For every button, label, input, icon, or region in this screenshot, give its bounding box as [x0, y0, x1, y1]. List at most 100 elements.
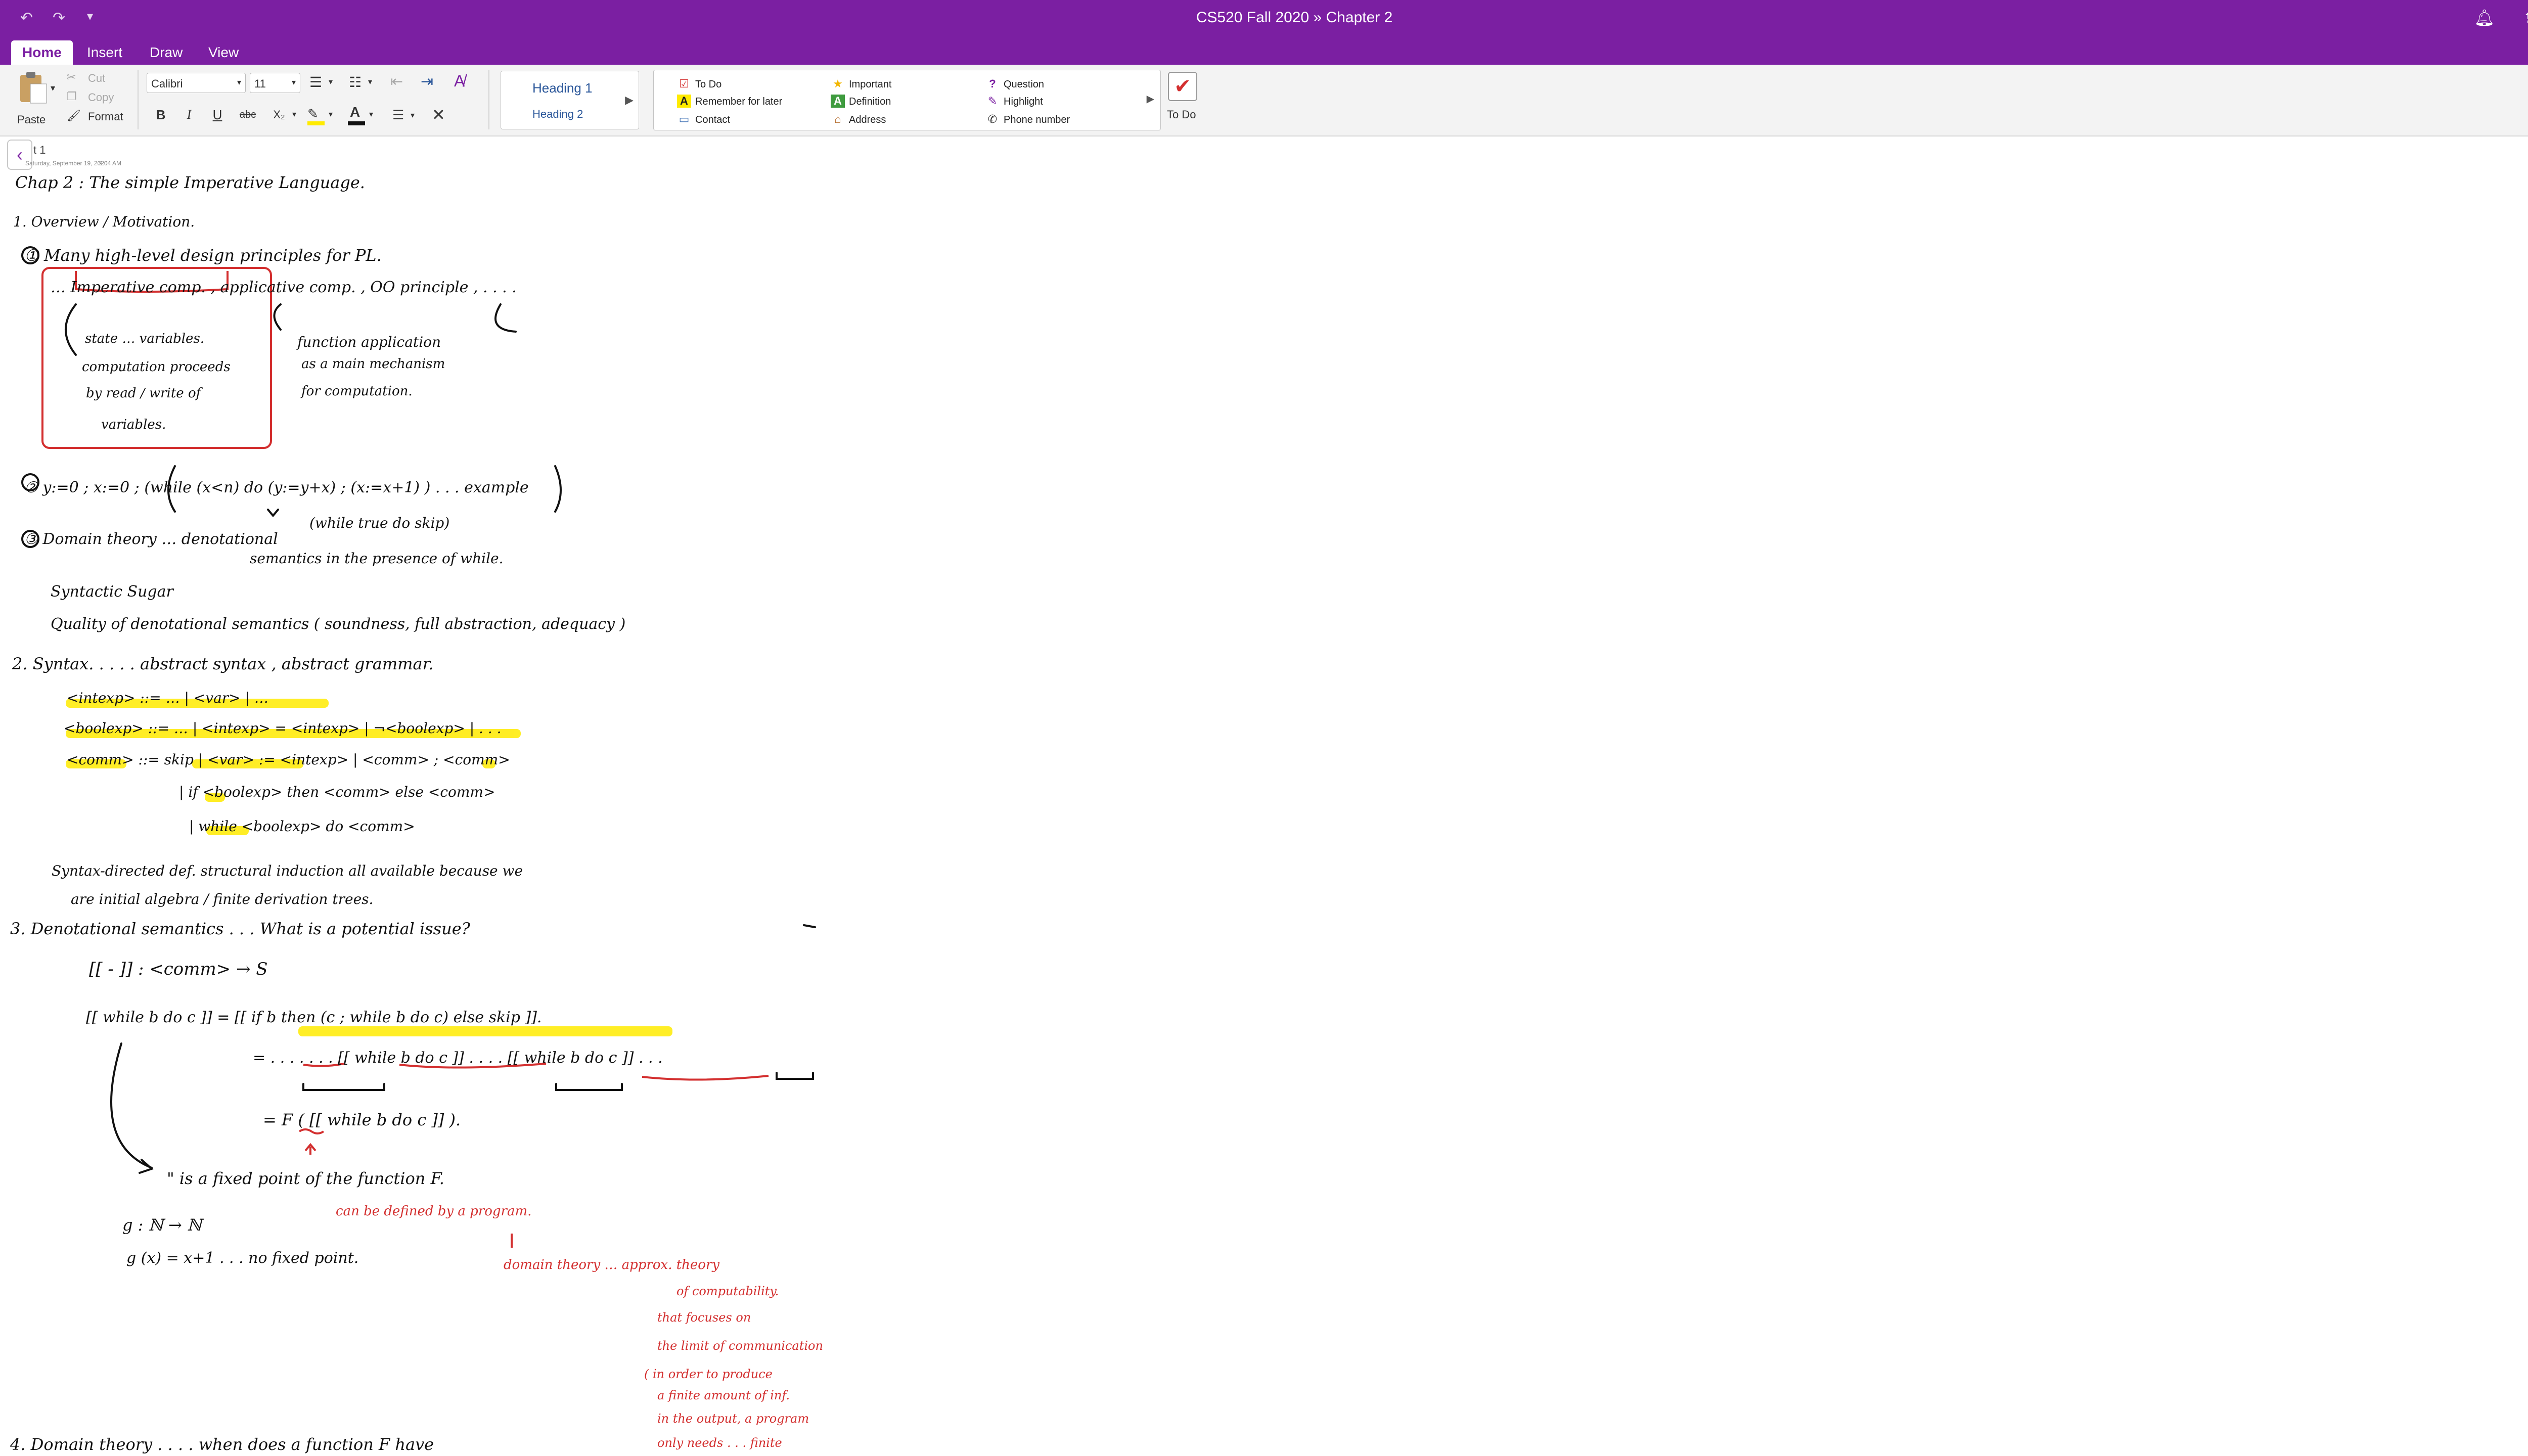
note-line-26: [[ - ]] : <comm> → S — [89, 959, 268, 979]
note-line-19: <boolexp> ::= … | <intexp> = <intexp> | … — [64, 720, 502, 737]
tag-label: Highlight — [1004, 96, 1043, 107]
underline-button[interactable]: U — [205, 103, 230, 126]
tab-view[interactable]: View — [197, 40, 250, 65]
bullets-icon[interactable]: ☰ — [309, 74, 322, 90]
note-line-24: are initial algebra / finite derivation … — [71, 891, 373, 907]
note-line-14: semantics in the presence of while. — [250, 550, 504, 567]
todo-tag-label: To Do — [1167, 108, 1196, 121]
tag-address[interactable]: ⌂ Address — [831, 113, 886, 126]
red-note-line-4: the limit of communication — [657, 1339, 823, 1353]
note-line-22: | while <boolexp> do <comm> — [189, 818, 415, 835]
tag-todo[interactable]: ☑ To Do — [677, 77, 721, 90]
note-page[interactable]: ‹ t 1 Saturday, September 19, 2020 9:04 … — [0, 138, 2528, 1456]
note-line-12: (while true do skip) — [309, 515, 449, 531]
styles-more-chevron-icon[interactable]: ▶ — [625, 94, 634, 107]
note-line-10: for computation. — [300, 384, 413, 399]
paste-icon — [20, 72, 47, 104]
format-painter-button[interactable]: 🖌︎ Format — [67, 109, 127, 124]
subscript-button[interactable]: X₂ — [267, 103, 291, 126]
note-line-13: ③ Domain theory … denotational — [24, 530, 278, 548]
phone-icon: ✆ — [987, 113, 998, 125]
tag-contact[interactable]: ▭ Contact — [677, 113, 730, 126]
notifications-bell-icon[interactable]: 🔔︎ — [2474, 8, 2495, 27]
red-note-line-8: only needs . . . finite — [657, 1436, 782, 1450]
decrease-indent-icon[interactable]: ⇤ — [390, 73, 403, 90]
tag-label: Address — [849, 114, 886, 125]
bold-button[interactable]: B — [149, 103, 173, 126]
tag-important[interactable]: ★ Important — [831, 77, 891, 90]
format-label: Format — [88, 110, 123, 123]
paste-dropdown-icon[interactable]: ▾ — [51, 83, 55, 94]
note-line-8: function application — [296, 334, 441, 350]
subscript-dropdown-icon[interactable]: ▾ — [292, 109, 296, 119]
tab-home[interactable]: Home — [11, 40, 73, 65]
tag-phone-number[interactable]: ✆ Phone number — [985, 113, 1070, 126]
red-handwriting: can be defined by a program. domain theo… — [336, 1204, 823, 1450]
ribbon-divider — [138, 70, 139, 129]
note-line-28: = . . . . . . . [[ while b do c ]] . . .… — [253, 1049, 663, 1067]
tag-question[interactable]: ? Question — [985, 77, 1044, 90]
increase-indent-icon[interactable]: ⇥ — [421, 73, 433, 90]
styles-gallery: Heading 1 Heading 2 ▶ — [501, 71, 639, 129]
format-painter-icon: 🖌︎ — [67, 109, 81, 122]
style-heading-1[interactable]: Heading 1 — [532, 80, 593, 96]
tag-definition[interactable]: A Definition — [831, 95, 891, 108]
note-line-16: Quality of denotational semantics ( soun… — [51, 615, 625, 633]
highlight-swatch — [307, 121, 325, 125]
align-dropdown-icon[interactable]: ▾ — [411, 110, 415, 120]
share-icon[interactable]: ⇪ — [2522, 8, 2528, 27]
paste-button[interactable]: Paste — [10, 70, 56, 130]
highlight-color-button[interactable]: ✎ ▾ — [305, 104, 336, 126]
delete-clear-x-icon[interactable]: ✕ — [432, 105, 445, 124]
clear-formatting-icon[interactable]: A̸ — [454, 72, 465, 90]
paste-label: Paste — [17, 113, 46, 126]
note-line-4: state … variables. — [85, 331, 204, 346]
cut-label: Cut — [88, 72, 106, 84]
note-line-7: variables. — [101, 417, 166, 432]
tag-label: Important — [849, 79, 892, 90]
font-color-swatch — [348, 121, 365, 125]
highlight-a-icon: A — [677, 95, 691, 108]
tag-label: Contact — [695, 114, 730, 125]
ribbon-divider — [488, 70, 489, 129]
strikethrough-button[interactable]: abc — [236, 103, 260, 126]
font-size-value: 11 — [254, 77, 266, 90]
bullets-dropdown-icon[interactable]: ▾ — [329, 77, 333, 87]
copy-icon: ❐ — [67, 90, 77, 103]
tags-more-chevron-icon[interactable]: ▶ — [1147, 93, 1154, 105]
italic-button[interactable]: I — [177, 103, 201, 126]
paragraph-align-icon[interactable]: ☰ — [392, 107, 404, 123]
handwritten-notes-canvas[interactable]: Chap 2 : The simple Imperative Language.… — [0, 138, 2528, 1456]
star-icon: ★ — [833, 77, 843, 90]
font-color-button[interactable]: A ▾ — [346, 104, 376, 126]
house-icon: ⌂ — [834, 113, 841, 125]
note-line-32: g (x) = x+1 . . . no fixed point. — [126, 1249, 358, 1267]
tag-highlight[interactable]: ✎ Highlight — [985, 95, 1043, 108]
note-line-21: | if <boolexp> then <comm> else <comm> — [179, 784, 495, 800]
tag-label: Question — [1004, 79, 1045, 90]
numbering-dropdown-icon[interactable]: ▾ — [368, 77, 372, 87]
tag-remember-for-later[interactable]: A Remember for later — [677, 95, 782, 108]
font-size-select[interactable]: 11 ▾ — [250, 73, 300, 93]
note-line-0: Chap 2 : The simple Imperative Language. — [15, 173, 365, 192]
window-title: CS520 Fall 2020 » Chapter 2 — [1196, 9, 1393, 26]
note-line-23: Syntax-directed def. structural inductio… — [52, 862, 523, 879]
note-line-9: as a main mechanism — [301, 356, 445, 372]
style-heading-2[interactable]: Heading 2 — [532, 108, 583, 121]
red-note-line-1: domain theory … approx. theory — [504, 1257, 719, 1272]
tab-draw[interactable]: Draw — [139, 40, 194, 65]
red-note-line-7: in the output, a program — [657, 1412, 809, 1426]
note-line-30: " is a fixed point of the function F. — [167, 1169, 444, 1188]
todo-tag-checkbox-icon[interactable]: ✔ — [1168, 72, 1197, 101]
font-name-select[interactable]: Calibri ▾ — [147, 73, 246, 93]
ribbon: Paste ▾ ✂ Cut ❐ Copy 🖌︎ Format Calibri ▾… — [0, 65, 2528, 136]
tag-label: Phone number — [1004, 114, 1070, 125]
note-line-17: 2. Syntax. . . . . abstract syntax , abs… — [12, 654, 434, 673]
tags-gallery: ☑ To Do A Remember for later ▭ Contact ★ Imp… — [653, 70, 1161, 130]
copy-button[interactable]: ❐ Copy — [67, 90, 122, 105]
cut-button[interactable]: ✂ Cut — [67, 71, 122, 86]
chevron-down-icon: ▾ — [291, 78, 296, 87]
red-note-line-2: of computability. — [676, 1284, 779, 1298]
tab-insert[interactable]: Insert — [76, 40, 133, 65]
numbering-icon[interactable]: ☷ — [349, 74, 362, 90]
